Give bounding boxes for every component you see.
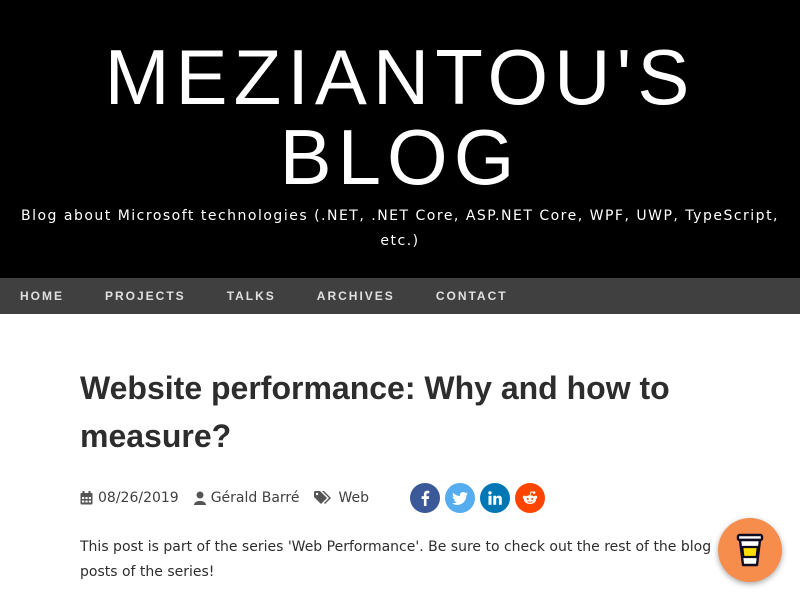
- post-author[interactable]: Gérald Barré: [193, 490, 300, 506]
- nav-item-projects[interactable]: PROJECTS: [105, 289, 186, 303]
- calendar-icon: [80, 491, 93, 505]
- post-date-text: 08/26/2019: [98, 490, 179, 506]
- facebook-icon: [421, 490, 430, 506]
- nav-item-talks[interactable]: TALKS: [227, 289, 276, 303]
- site-title-line1[interactable]: MEZIANTOU'S: [0, 38, 800, 116]
- share-linkedin-button[interactable]: [480, 483, 511, 513]
- linkedin-icon: [488, 491, 502, 505]
- share-facebook-button[interactable]: [410, 483, 441, 513]
- nav-item-contact[interactable]: CONTACT: [436, 289, 508, 303]
- post-author-text[interactable]: Gérald Barré: [211, 490, 300, 506]
- post-tag-text[interactable]: Web: [338, 490, 369, 506]
- article: Website performance: Why and how to meas…: [80, 364, 720, 460]
- user-icon: [193, 491, 206, 505]
- reddit-icon: [522, 491, 538, 504]
- site-title-line2[interactable]: BLOG: [0, 118, 800, 196]
- share-twitter-button[interactable]: [445, 483, 476, 513]
- site-title[interactable]: MEZIANTOU'S BLOG: [0, 38, 800, 196]
- share-buttons: [410, 483, 550, 513]
- post-tag[interactable]: Web: [314, 490, 369, 506]
- post-meta: 08/26/2019 Gérald Barré Web: [80, 482, 720, 514]
- nav-item-archives[interactable]: ARCHIVES: [317, 289, 395, 303]
- nav-item-home[interactable]: HOME: [20, 289, 64, 303]
- site-header: MEZIANTOU'S BLOG Blog about Microsoft te…: [0, 0, 800, 278]
- site-tagline: Blog about Microsoft technologies (.NET,…: [20, 208, 780, 249]
- share-reddit-button[interactable]: [515, 483, 546, 513]
- post-intro: This post is part of the series 'Web Per…: [80, 539, 712, 580]
- coffee-cup-icon: [736, 533, 764, 567]
- twitter-icon: [452, 491, 469, 505]
- post-date: 08/26/2019: [80, 490, 179, 506]
- tags-icon: [314, 491, 332, 504]
- main-nav: HOME PROJECTS TALKS ARCHIVES CONTACT: [0, 278, 800, 314]
- post-title: Website performance: Why and how to meas…: [80, 370, 670, 454]
- buy-me-a-coffee-button[interactable]: [718, 518, 782, 582]
